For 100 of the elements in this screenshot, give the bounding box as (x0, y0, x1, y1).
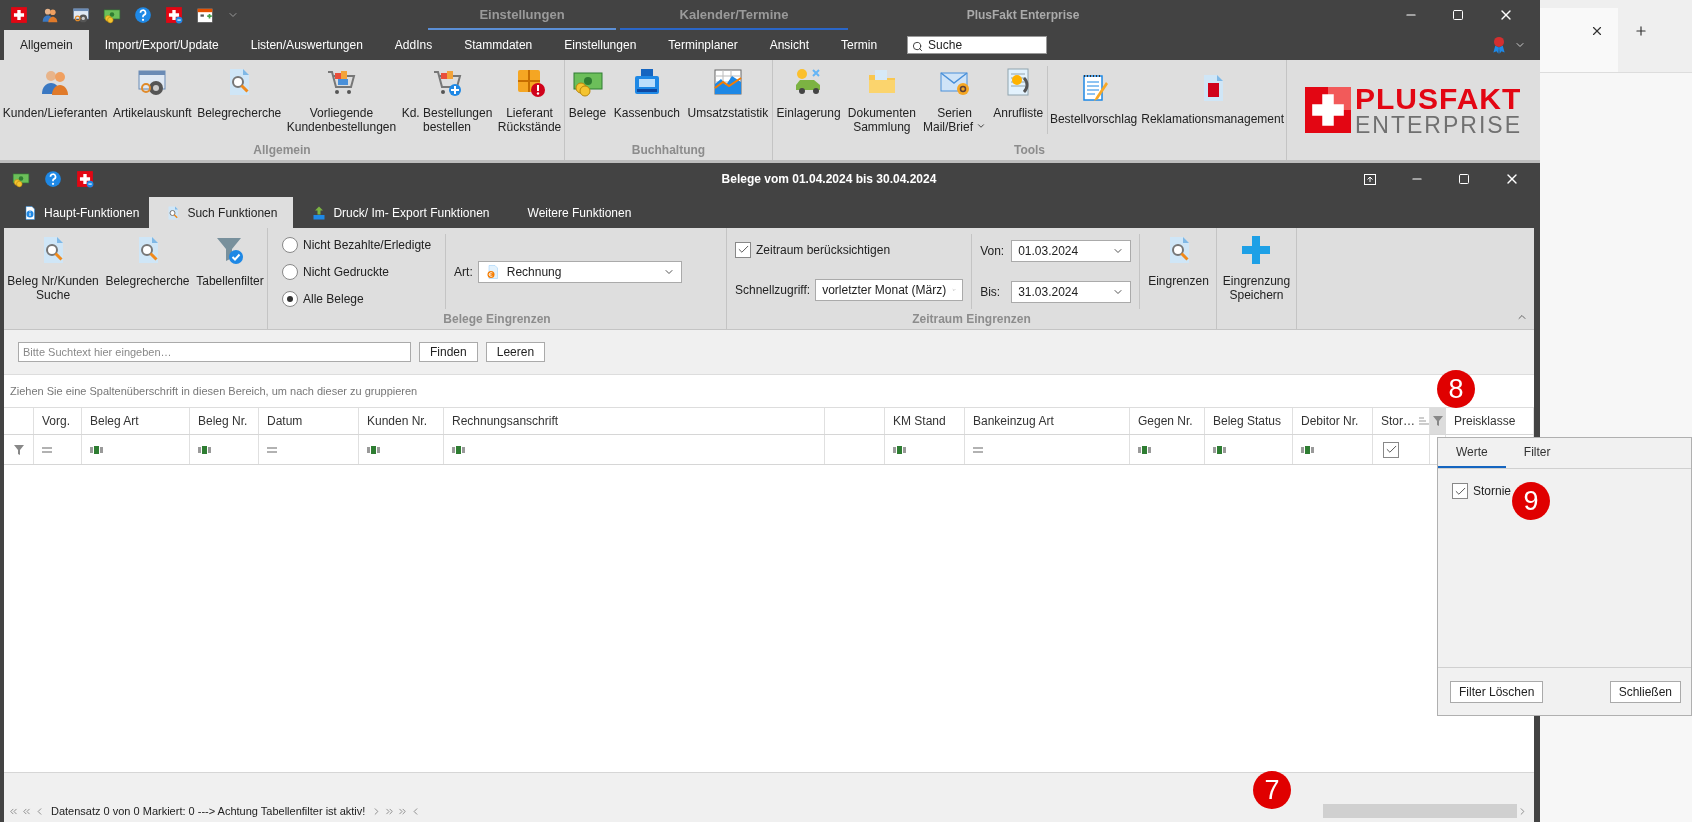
radio-button[interactable] (282, 236, 298, 253)
document-tab[interactable]: Such Funktionen (149, 197, 294, 228)
ribbon-tab[interactable]: Termin (825, 30, 894, 60)
field-label: Bis: (980, 284, 1002, 299)
ribbon-button[interactable]: Umsatzstatistik (685, 60, 771, 140)
column-header[interactable]: KM Stand (885, 408, 965, 434)
field-label: Art: (454, 264, 473, 279)
ribbon-button[interactable]: Dokumenten Sammlung (845, 60, 918, 140)
ribbon-button[interactable]: Belegrecherche (103, 228, 192, 329)
ribbon-tab[interactable]: AddIns (378, 30, 449, 60)
close-icon[interactable] (1590, 24, 1604, 38)
ribbon-button[interactable]: Lieferant Rückstände (495, 60, 564, 140)
ribbon-button[interactable]: Serien Mail/Brief (921, 60, 989, 140)
restore-icon (1364, 173, 1376, 185)
search-field[interactable]: Suche (907, 36, 1048, 54)
date-field[interactable]: 01.03.2024 (1011, 240, 1132, 263)
column-header[interactable]: Beleg Nr. (190, 408, 259, 434)
popup-tab[interactable]: Filter (1505, 438, 1569, 468)
maximize-button[interactable] (1458, 173, 1470, 185)
ribbon-tab[interactable]: Stammdaten (448, 30, 549, 60)
radio-button[interactable] (282, 263, 298, 280)
checkbox[interactable] (1452, 483, 1468, 499)
ribbon-button[interactable]: Tabellenfilter (194, 228, 266, 329)
chart-icon (711, 66, 744, 98)
calendar-icon (196, 6, 214, 24)
checkbox[interactable] (1383, 441, 1399, 458)
record-status: Datensatz 0 von 0 Markiert: 0 ---> Achtung Tabellenfilter ist aktiv! (51, 805, 366, 817)
radio-button[interactable] (282, 290, 298, 307)
search-field[interactable]: Bitte Suchtext hier eingeben… (18, 342, 411, 362)
help-icon (134, 6, 152, 24)
radio-label: Nicht Gedruckte (303, 264, 390, 279)
text-filter-icon (1301, 445, 1314, 454)
column-header[interactable]: Preisklasse (1446, 408, 1534, 434)
document-tab[interactable]: Haupt-Funktionen (12, 197, 150, 228)
new-tab-icon[interactable] (1634, 24, 1648, 38)
ribbon-button[interactable]: Artikelauskunft (111, 60, 194, 140)
quick-dropdown[interactable]: vorletzter Monat (März) (815, 279, 964, 302)
date-field[interactable]: 31.03.2024 (1011, 280, 1132, 303)
maximize-button[interactable] (1452, 9, 1464, 21)
column-header[interactable]: Debitor Nr. (1293, 408, 1373, 434)
type-dropdown[interactable]: Rechnung (477, 260, 682, 283)
column-header[interactable]: Vorg. (34, 408, 82, 434)
popup-tab[interactable]: Werte (1438, 438, 1506, 468)
column-header[interactable]: Datum (259, 408, 359, 434)
scrollbar-thumb[interactable] (1323, 804, 1517, 818)
document-tab[interactable]: Druck/ Im- Export Funktionen (293, 197, 508, 228)
checkbox-label: Stornie (1473, 484, 1512, 498)
restore-button[interactable] (1364, 173, 1376, 185)
column-header[interactable]: Kunden Nr. (359, 408, 444, 434)
logo: PLUSFAKT ENTERPRISE (1287, 60, 1540, 160)
column-header[interactable]: Beleg Status (1205, 408, 1293, 434)
swiss-cross-icon (10, 6, 28, 24)
equals-icon (973, 446, 983, 453)
maximize-icon (1458, 173, 1470, 185)
ribbon-button[interactable]: Einlagerung (774, 60, 843, 140)
document-title: Belege vom 01.04.2024 bis 30.04.2024 (720, 171, 938, 188)
text-filter-icon (452, 445, 465, 454)
check-icon (1384, 443, 1398, 456)
ribbon-button[interactable]: Bestellvorschlag (1047, 66, 1140, 134)
ribbon-button[interactable]: Belege (566, 60, 609, 140)
info-document-icon (22, 204, 38, 221)
document-tab[interactable]: Weitere Funktionen (507, 197, 652, 228)
ribbon-button[interactable]: Belegrecherche (195, 60, 284, 140)
cross-minus-icon (165, 6, 183, 24)
column-header[interactable]: Beleg Art (82, 408, 190, 434)
window-title: PlusFakt Enterprise (965, 7, 1081, 24)
close-button[interactable]: Schließen (1609, 680, 1681, 703)
filter-icon (1433, 416, 1443, 426)
ribbon-button[interactable]: Eingrenzung Speichern (1220, 228, 1293, 329)
ribbon-button[interactable]: Kunden/Lieferanten (0, 60, 110, 140)
ribbon-button[interactable]: Anrufliste (991, 60, 1046, 140)
caret-icon (976, 121, 987, 131)
clear-filter-button[interactable]: Filter Löschen (1450, 680, 1544, 703)
column-header[interactable]: Rechnungsanschrift (444, 408, 825, 434)
column-header[interactable]: Bankeinzug Art (965, 408, 1130, 434)
column-header[interactable]: Gegen Nr. (1130, 408, 1205, 434)
ribbon-button[interactable]: Beleg Nr/Kunden Suche (5, 228, 101, 329)
filter-button[interactable] (1430, 408, 1446, 434)
checkbox-label: Zeitraum berücksichtigen (756, 242, 891, 257)
group-caption: Tools (1012, 142, 1047, 159)
ribbon-tab[interactable]: Listen/Auswertungen (234, 30, 379, 60)
ribbon-tab[interactable]: Terminplaner (652, 30, 754, 60)
ribbon-tab[interactable]: Allgemein (4, 30, 89, 60)
find-button[interactable]: Finden (419, 342, 478, 362)
ribbon-tab[interactable]: Import/Export/Update (88, 30, 235, 60)
cross-minus-icon (76, 170, 94, 188)
ribbon-button[interactable]: Kd. Bestellungen bestellen (399, 60, 495, 140)
group-caption: Buchhaltung (630, 142, 707, 159)
ribbon-button[interactable]: Reklamationsmanagement (1139, 66, 1286, 134)
window-wheel-icon (72, 6, 90, 24)
filter-icon (13, 444, 24, 455)
ribbon-tab[interactable]: Ansicht (753, 30, 826, 60)
checkbox[interactable] (735, 241, 751, 258)
clear-button[interactable]: Leeren (485, 342, 546, 362)
ribbon-button[interactable]: Kassenbuch (611, 60, 682, 140)
ribbon-button[interactable]: Vorliegende Kundenbestellungen (284, 60, 399, 140)
ribbon-button[interactable]: Eingrenzen (1140, 228, 1217, 309)
plus-icon (1240, 234, 1273, 266)
text-filter-icon (1213, 445, 1226, 454)
ribbon-tab[interactable]: Einstellungen (548, 30, 653, 60)
